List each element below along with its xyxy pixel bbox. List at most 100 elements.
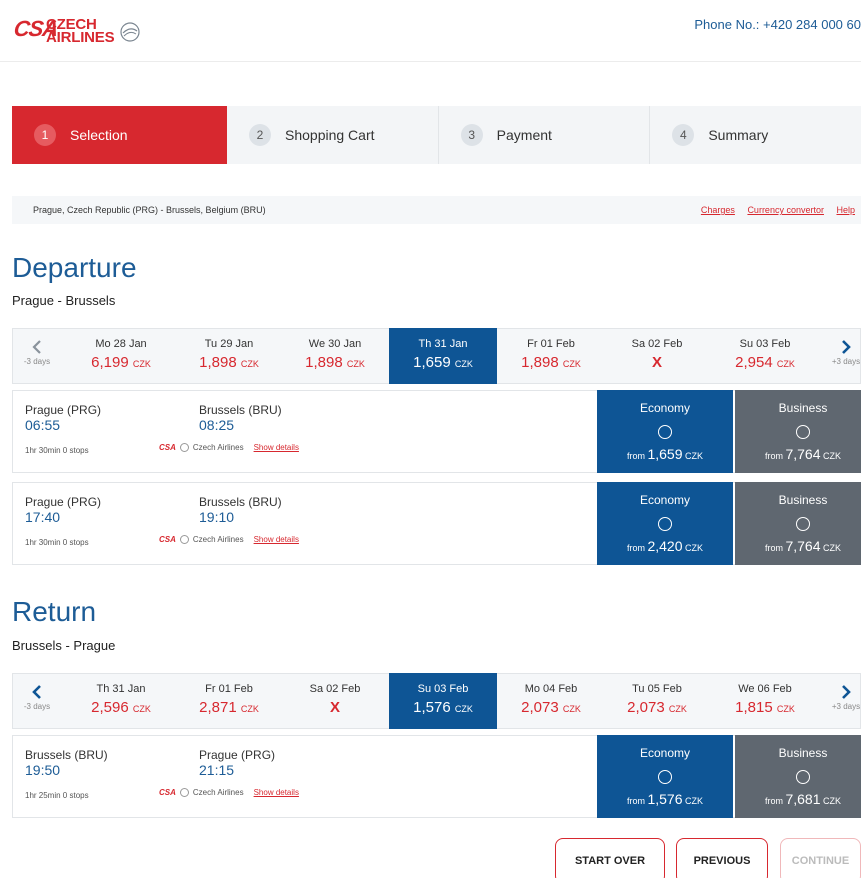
return-prev-days-button[interactable]: -3 days — [13, 674, 61, 728]
return-day[interactable]: Tu 05 Feb 2,073 CZK — [603, 673, 711, 729]
return-day[interactable]: We 06 Feb 1,815 CZK — [711, 673, 819, 729]
skyteam-icon — [179, 535, 189, 544]
return-subtitle: Brussels - Prague — [12, 638, 116, 653]
radio-button[interactable] — [796, 517, 810, 531]
airline-info: CSA Czech Airlines Show details — [159, 535, 299, 544]
economy-fare-option[interactable]: Economy from 1,659 CZK — [597, 390, 733, 473]
flight-duration: 1hr 30min 0 stops — [25, 446, 89, 455]
departure-time: 17:40 — [25, 509, 61, 525]
economy-fare-option[interactable]: Economy from 1,576 CZK — [597, 735, 733, 818]
charges-link[interactable]: Charges — [701, 205, 735, 215]
previous-button[interactable]: PREVIOUS — [676, 838, 768, 878]
departure-prev-days-button[interactable]: -3 days — [13, 329, 61, 383]
airline-info: CSA Czech Airlines Show details — [159, 788, 299, 797]
czech-airlines-logo[interactable]: CSA CZECH AIRLINES — [12, 16, 154, 48]
radio-button[interactable] — [796, 425, 810, 439]
start-over-button[interactable]: START OVER — [555, 838, 665, 878]
airline-info: CSA Czech Airlines Show details — [159, 443, 299, 452]
unavailable-x-icon: X — [329, 699, 340, 716]
return-day[interactable]: Fr 01 Feb 2,871 CZK — [175, 673, 283, 729]
step-selection[interactable]: 1 Selection — [12, 106, 227, 164]
route-summary: Prague, Czech Republic (PRG) - Brussels,… — [33, 205, 266, 215]
return-day-unavailable: Sa 02 Feb X — [281, 673, 389, 729]
economy-fare-option[interactable]: Economy from 2,420 CZK — [597, 482, 733, 565]
airline-name: Czech Airlines — [192, 788, 244, 797]
czech-airlines-mini-logo: CSA — [159, 788, 176, 797]
origin-city: Prague (PRG) — [25, 403, 102, 417]
booking-steps: 1 Selection 2 Shopping Cart 3 Payment 4 … — [12, 106, 861, 164]
origin-city: Brussels (BRU) — [25, 748, 108, 762]
departure-time: 06:55 — [25, 417, 61, 433]
step-number: 2 — [249, 124, 271, 146]
destination-city: Brussels (BRU) — [199, 495, 282, 509]
return-day[interactable]: Th 31 Jan 2,596 CZK — [67, 673, 175, 729]
header: CSA CZECH AIRLINES Phone No.: +420 284 0… — [0, 0, 861, 62]
departure-title: Departure — [12, 252, 137, 283]
arrival-time: 08:25 — [199, 417, 235, 433]
show-details-link[interactable]: Show details — [254, 443, 299, 452]
step-label: Shopping Cart — [285, 127, 375, 143]
return-title: Return — [12, 596, 97, 627]
departure-time: 19:50 — [25, 762, 61, 778]
return-next-days-button[interactable]: +3 days — [822, 674, 861, 728]
departure-day[interactable]: Su 03 Feb 2,954 CZK — [711, 328, 819, 384]
radio-button[interactable] — [658, 425, 672, 439]
return-day-selected[interactable]: Su 03 Feb 1,576 CZK — [389, 673, 497, 729]
skyteam-icon — [179, 443, 189, 452]
route-bar: Prague, Czech Republic (PRG) - Brussels,… — [12, 196, 861, 224]
unavailable-x-icon: X — [651, 354, 662, 371]
continue-button[interactable]: CONTINUE — [780, 838, 861, 878]
departure-date-carousel: -3 days Mo 28 Jan 6,199 CZK Tu 29 Jan 1,… — [12, 328, 861, 384]
return-day[interactable]: Mo 04 Feb 2,073 CZK — [497, 673, 605, 729]
step-number: 4 — [672, 124, 695, 146]
step-number: 3 — [460, 124, 483, 146]
step-label: Summary — [708, 127, 769, 143]
phone-number: Phone No.: +420 284 000 60 — [694, 17, 861, 32]
radio-button[interactable] — [796, 770, 810, 784]
czech-airlines-mini-logo: CSA — [159, 535, 176, 544]
destination-city: Brussels (BRU) — [199, 403, 282, 417]
departure-subtitle: Prague - Brussels — [12, 293, 116, 308]
czech-airlines-mini-logo: CSA — [159, 443, 176, 452]
flight-duration: 1hr 25min 0 stops — [25, 791, 89, 800]
airline-name: Czech Airlines — [192, 535, 244, 544]
route-links: Charges Currency convertor Help — [691, 205, 855, 215]
step-shopping-cart[interactable]: 2 Shopping Cart — [227, 106, 439, 164]
departure-day[interactable]: Mo 28 Jan 6,199 CZK — [67, 328, 175, 384]
chevron-left-icon — [32, 685, 41, 699]
departure-day[interactable]: Tu 29 Jan 1,898 CZK — [175, 328, 283, 384]
arrival-time: 19:10 — [199, 509, 235, 525]
airline-name: Czech Airlines — [192, 443, 244, 452]
business-fare-option[interactable]: Business from 7,681 CZK — [735, 735, 861, 818]
step-label: Payment — [496, 127, 552, 143]
arrival-time: 21:15 — [199, 762, 235, 778]
destination-city: Prague (PRG) — [199, 748, 276, 762]
chevron-right-icon — [842, 340, 851, 354]
flight-duration: 1hr 30min 0 stops — [25, 538, 89, 547]
business-fare-option[interactable]: Business from 7,764 CZK — [735, 482, 861, 565]
currency-convertor-link[interactable]: Currency convertor — [747, 205, 824, 215]
flight-row: Prague (PRG) 17:40 Brussels (BRU) 19:10 … — [12, 482, 861, 565]
skyteam-icon — [179, 788, 189, 797]
step-payment[interactable]: 3 Payment — [439, 106, 651, 164]
help-link[interactable]: Help — [836, 205, 855, 215]
chevron-left-icon — [32, 340, 41, 354]
business-fare-option[interactable]: Business from 7,764 CZK — [735, 390, 861, 473]
step-label: Selection — [70, 127, 128, 143]
flight-row: Prague (PRG) 06:55 Brussels (BRU) 08:25 … — [12, 390, 861, 473]
skyteam-icon — [120, 22, 140, 42]
show-details-link[interactable]: Show details — [254, 788, 299, 797]
show-details-link[interactable]: Show details — [254, 535, 299, 544]
step-summary[interactable]: 4 Summary — [650, 106, 861, 164]
departure-next-days-button[interactable]: +3 days — [822, 329, 861, 383]
departure-day[interactable]: Fr 01 Feb 1,898 CZK — [497, 328, 605, 384]
departure-day-selected[interactable]: Th 31 Jan 1,659 CZK — [389, 328, 497, 384]
origin-city: Prague (PRG) — [25, 495, 102, 509]
return-date-carousel: -3 days Th 31 Jan 2,596 CZK Fr 01 Feb 2,… — [12, 673, 861, 729]
radio-button[interactable] — [658, 770, 672, 784]
departure-day[interactable]: We 30 Jan 1,898 CZK — [281, 328, 389, 384]
flight-row: Brussels (BRU) 19:50 Prague (PRG) 21:15 … — [12, 735, 861, 818]
chevron-right-icon — [842, 685, 851, 699]
step-number: 1 — [34, 124, 56, 146]
radio-button[interactable] — [658, 517, 672, 531]
